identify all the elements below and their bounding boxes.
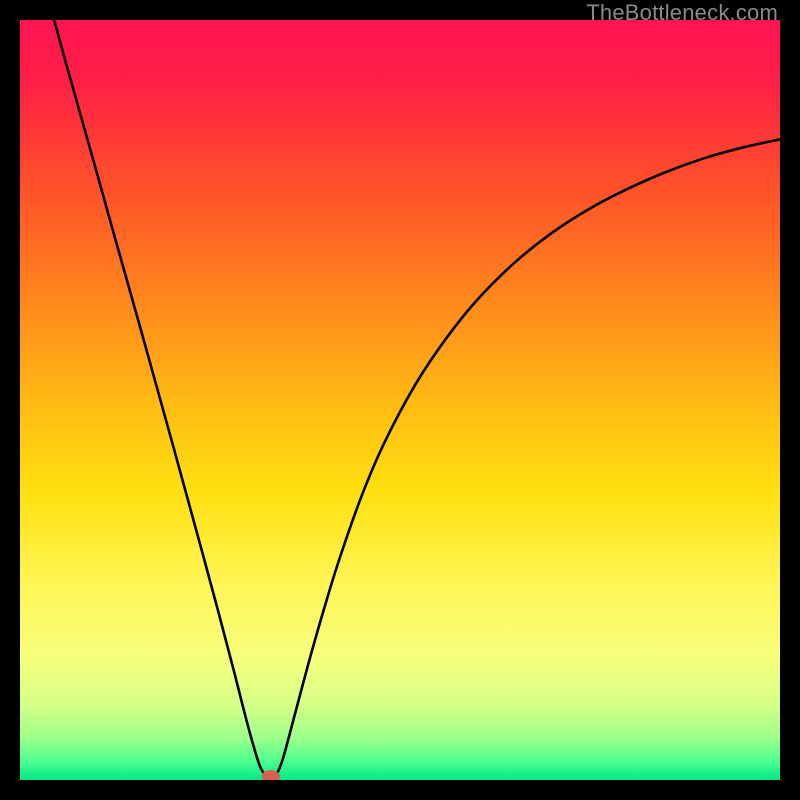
watermark-text: TheBottleneck.com	[586, 0, 778, 26]
bottleneck-chart	[20, 20, 780, 780]
gradient-background	[20, 20, 780, 780]
chart-frame	[20, 20, 780, 780]
